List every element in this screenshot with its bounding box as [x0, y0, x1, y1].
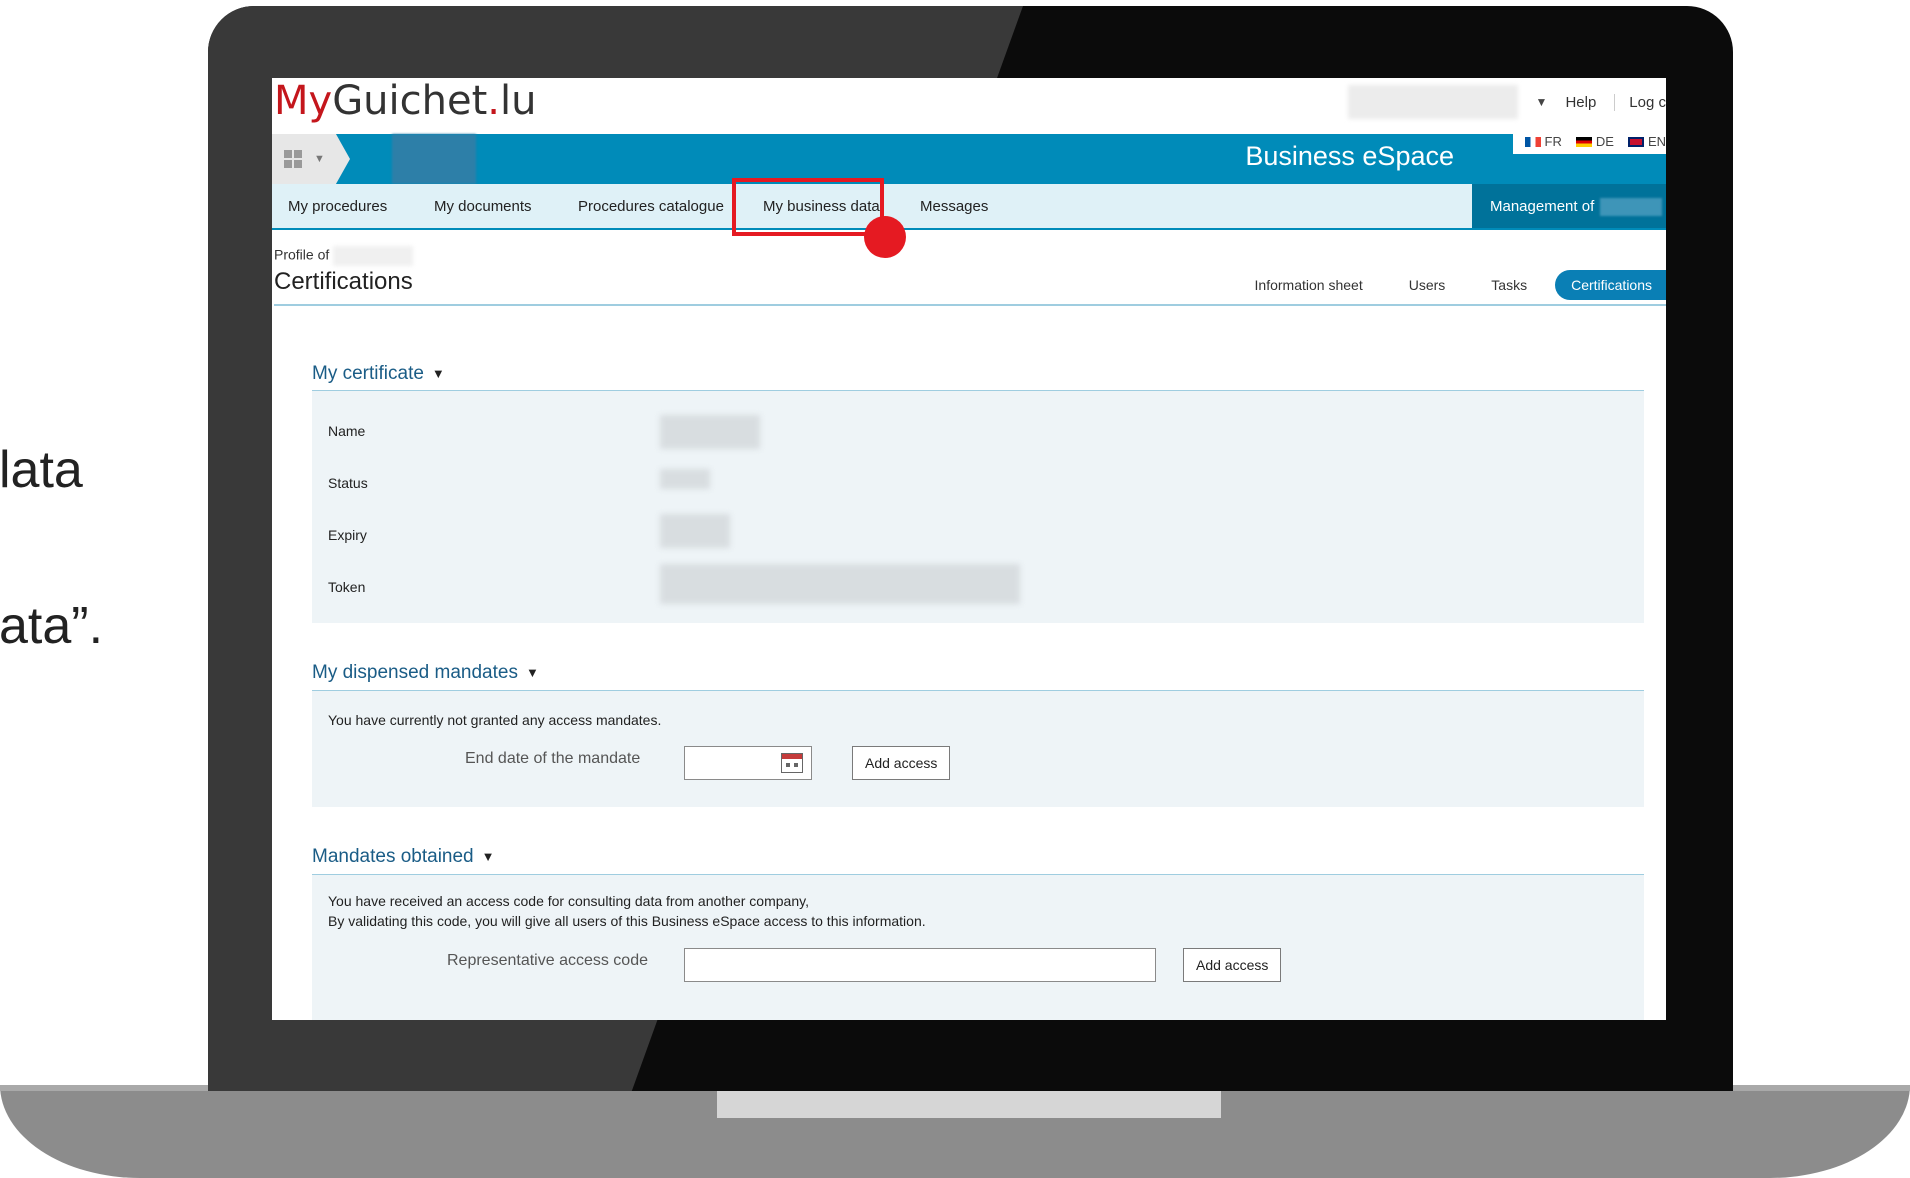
- dispensed-mandates-toggle[interactable]: My dispensed mandates ▼: [312, 662, 539, 684]
- end-date-input[interactable]: [684, 746, 812, 780]
- access-code-info-line1: You have received an access code for con…: [328, 893, 809, 909]
- lang-fr[interactable]: FR: [1524, 134, 1562, 149]
- my-certificate-toggle[interactable]: My certificate ▼: [312, 363, 445, 385]
- cert-expiry-redacted: [660, 514, 730, 548]
- chevron-down-icon: ▼: [314, 153, 325, 165]
- espace-banner: [272, 134, 1666, 184]
- access-code-info-line2: By validating this code, you will give a…: [328, 913, 926, 929]
- grid-icon: [284, 150, 302, 168]
- tab-certifications[interactable]: Certifications: [1555, 270, 1666, 300]
- instruction-text-fragment: ata”.: [0, 597, 104, 655]
- user-menu-chevron-icon[interactable]: ▼: [1536, 95, 1548, 109]
- instruction-text-fragment: lata: [0, 441, 83, 499]
- profile-name-redacted: [333, 246, 414, 266]
- main-nav: My procedures My documents Procedures ca…: [272, 184, 1666, 230]
- cert-token-redacted: [660, 564, 1020, 604]
- cert-name-redacted: [660, 415, 760, 449]
- cert-expiry-label: Expiry: [328, 527, 367, 543]
- access-code-input[interactable]: [684, 948, 1156, 982]
- cert-name-label: Name: [328, 423, 366, 439]
- laptop-screen: MyGuichet.lu ▼ Help Log c FR DE EN ▼ Bus…: [272, 78, 1666, 1020]
- no-mandates-message: You have currently not granted any acces…: [328, 712, 662, 728]
- click-indicator-dot: [864, 216, 906, 258]
- cert-status-redacted: [660, 469, 710, 489]
- nav-my-documents[interactable]: My documents: [434, 184, 532, 228]
- user-name-redacted: [1347, 85, 1518, 119]
- tab-users[interactable]: Users: [1409, 277, 1446, 293]
- highlight-box: [732, 178, 884, 236]
- dispensed-mandates-panel: [312, 691, 1644, 807]
- lang-en[interactable]: EN: [1627, 134, 1666, 149]
- tab-information-sheet[interactable]: Information sheet: [1255, 277, 1363, 293]
- fr-flag-icon: [1524, 137, 1541, 148]
- add-access-button[interactable]: Add access: [852, 746, 951, 780]
- help-link[interactable]: Help: [1565, 94, 1596, 111]
- lang-de[interactable]: DE: [1575, 134, 1614, 149]
- nav-my-procedures[interactable]: My procedures: [288, 184, 387, 228]
- profile-subtabs: Information sheet Users Tasks Certificat…: [1209, 270, 1666, 300]
- uk-flag-icon: [1627, 137, 1644, 148]
- management-of-menu[interactable]: Management of: [1472, 184, 1666, 228]
- language-switcher: FR DE EN: [1512, 128, 1666, 154]
- mandates-obtained-toggle[interactable]: Mandates obtained ▼: [312, 846, 495, 868]
- company-name-redacted: [392, 134, 476, 184]
- myguichet-logo[interactable]: MyGuichet.lu: [274, 78, 536, 124]
- cert-token-label: Token: [328, 579, 366, 595]
- title-divider: [274, 304, 1666, 306]
- add-access-button[interactable]: Add access: [1183, 948, 1282, 982]
- caret-down-icon: ▼: [431, 366, 445, 382]
- profile-of: Profile of: [274, 246, 414, 266]
- banner-title: Business eSpace: [1245, 141, 1454, 171]
- page-title: Certifications: [274, 268, 413, 295]
- nav-messages[interactable]: Messages: [920, 184, 988, 228]
- de-flag-icon: [1575, 137, 1592, 148]
- logout-link[interactable]: Log c: [1614, 93, 1666, 111]
- app-switcher[interactable]: ▼: [272, 134, 350, 184]
- calendar-icon[interactable]: [781, 753, 803, 773]
- cert-status-label: Status: [328, 475, 368, 491]
- company-redacted: [1600, 198, 1663, 217]
- access-code-label: Representative access code: [447, 952, 648, 969]
- tab-tasks[interactable]: Tasks: [1491, 277, 1527, 293]
- caret-down-icon: ▼: [525, 665, 539, 681]
- end-date-label: End date of the mandate: [465, 750, 641, 767]
- top-utility-bar: ▼ Help Log c: [1347, 78, 1666, 126]
- nav-procedures-catalogue[interactable]: Procedures catalogue: [578, 184, 724, 228]
- caret-down-icon: ▼: [481, 849, 495, 865]
